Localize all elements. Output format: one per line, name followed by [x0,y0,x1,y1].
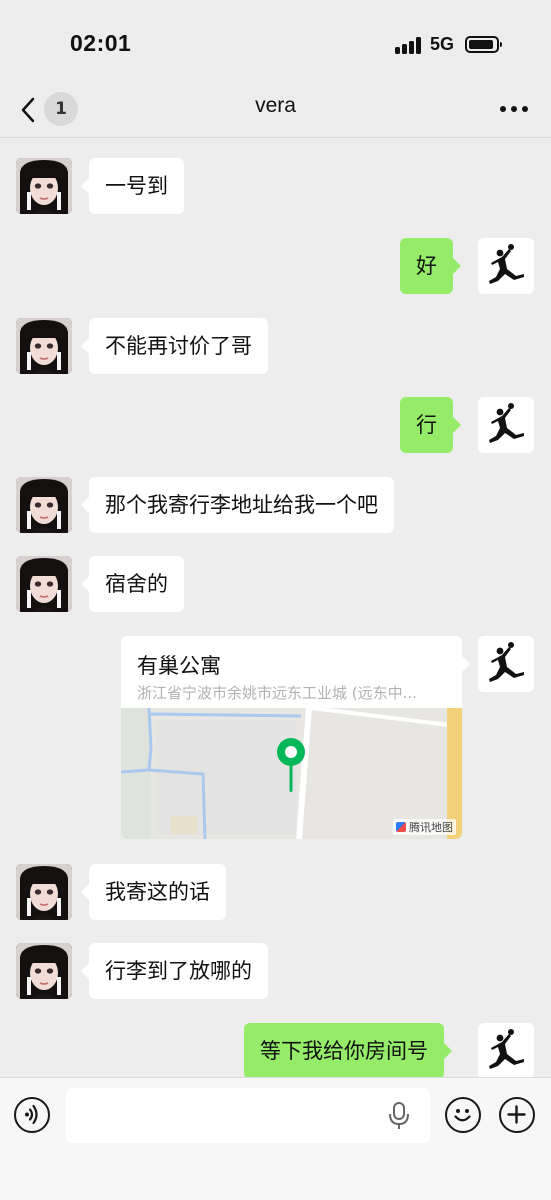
contact-avatar[interactable] [16,943,72,999]
contact-avatar[interactable] [16,556,72,612]
message-bubble[interactable]: 等下我给你房间号 [244,1023,452,1079]
status-time: 02:01 [70,30,132,56]
voice-icon [25,1104,38,1125]
plus-button[interactable] [499,1097,535,1133]
mic-icon[interactable] [388,1102,410,1130]
message-bubble[interactable]: 宿舍的 [81,556,184,612]
contact-avatar[interactable] [16,864,72,920]
signal-icon [395,36,423,54]
message-bubble[interactable]: 那个我寄行李地址给我一个吧 [81,477,394,533]
tencent-map-icon [396,822,406,832]
location-card-tail [462,656,470,672]
contact-avatar[interactable] [16,318,72,374]
message-bubble[interactable]: 好 [400,238,461,294]
chat-header: 1 vera [0,80,551,138]
emoji-icon [454,1109,471,1122]
chat-title: vera [255,94,296,117]
status-bar: 02:01 5G [0,0,551,80]
self-avatar[interactable] [478,397,534,453]
map-credit: 腾讯地图 [393,819,456,835]
message-bubble[interactable]: 一号到 [81,158,184,214]
network-type: 5G [430,34,455,54]
plus-icon [507,1105,526,1124]
self-avatar[interactable] [478,636,534,692]
voice-button[interactable] [14,1097,50,1133]
more-icon [500,106,506,112]
message-bubble[interactable]: 行李到了放哪的 [81,943,268,999]
location-name: 有巢公寓 [137,654,221,678]
self-avatar[interactable] [478,1023,534,1079]
message-bubble[interactable]: 我寄这的话 [81,864,226,920]
message-bubble[interactable]: 不能再讨价了哥 [81,318,268,374]
location-address: 浙江省宁波市余姚市远东工业城 (远东中... [137,684,417,702]
emoji-button[interactable] [445,1097,481,1133]
input-bar [0,1077,551,1200]
more-button[interactable] [496,94,532,122]
message-input[interactable] [66,1088,430,1143]
battery-icon [465,36,502,53]
contact-avatar[interactable] [16,477,72,533]
self-avatar[interactable] [478,238,534,294]
location-card[interactable]: 有巢公寓 浙江省宁波市余姚市远东工业城 (远东中... 腾讯地图 [121,636,462,839]
message-bubble[interactable]: 行 [400,397,461,453]
contact-avatar[interactable] [16,158,72,214]
